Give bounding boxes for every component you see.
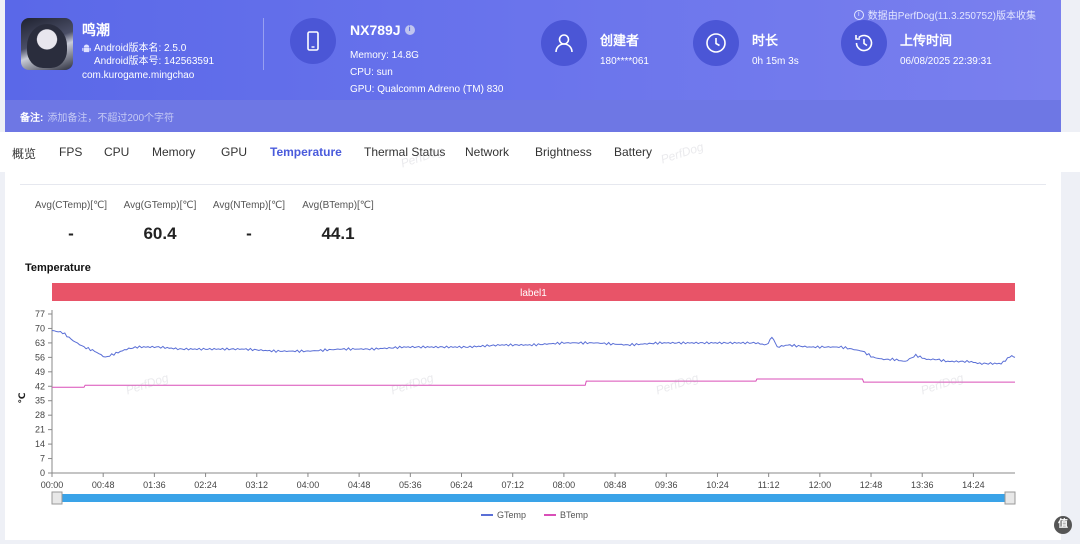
user-icon — [541, 20, 587, 66]
x-tick-label: 03:12 — [245, 480, 268, 490]
x-tick-label: 01:36 — [143, 480, 166, 490]
label-bar-text: label1 — [520, 288, 547, 299]
source-text: 数据由PerfDog(11.3.250752)版本收集 — [867, 11, 1036, 22]
zoom-slider-handle-right — [1004, 491, 1016, 505]
temperature-panel: Avg(CTemp)[℃] - Avg(GTemp)[℃] 60.4 Avg(N… — [5, 172, 1061, 540]
legend-btemp[interactable]: BTemp — [544, 510, 588, 520]
temperature-chart: label1 0 7 14 21 28 35 42 49 56 63 70 77 ℃ 00:00 00:48 0… — [18, 283, 1016, 505]
app-meta: Android版本名: 2.5.0 Android版本号: 142563591 — [82, 42, 214, 68]
legend-swatch — [544, 514, 557, 516]
x-tick-label: 08:48 — [604, 480, 627, 490]
x-tick-label: 14:24 — [962, 480, 985, 490]
y-tick-label: 35 — [35, 396, 45, 406]
y-tick-label: 63 — [35, 338, 45, 348]
device-name: NX789J i — [350, 22, 415, 38]
y-tick-label: 0 — [40, 468, 45, 478]
x-tick-label: 12:00 — [809, 480, 832, 490]
header-divider — [263, 18, 264, 70]
device-specs: Memory: 14.8G CPU: sun GPU: Qualcomm Adr… — [350, 47, 503, 98]
tab-brightness[interactable]: Brightness — [535, 145, 592, 159]
tab-overview[interactable]: 概览 — [12, 145, 36, 162]
device-info-icon[interactable]: i — [404, 25, 415, 35]
app-icon — [21, 18, 73, 70]
x-tick-label: 04:48 — [348, 480, 371, 490]
tab-bar: 概览 FPS CPU Memory GPU Temperature Therma… — [0, 132, 1080, 172]
legend-gtemp[interactable]: GTemp — [481, 510, 526, 520]
x-tick-label: 12:48 — [860, 480, 883, 490]
x-tick-label: 05:36 — [399, 480, 422, 490]
duration-title: 时长 — [752, 33, 779, 48]
tab-battery[interactable]: Battery — [614, 145, 652, 159]
y-tick-label: 14 — [35, 439, 45, 449]
android-icon — [82, 44, 91, 53]
note-input[interactable]: 添加备注，不超过200个字符 — [47, 109, 174, 124]
zoom-slider-handle-left — [51, 491, 63, 505]
x-tick-label: 09:36 — [655, 480, 678, 490]
zoom-slider-track — [52, 494, 1015, 502]
x-tick-label: 00:00 — [41, 480, 64, 490]
duration-value: 0h 15m 3s — [752, 56, 799, 67]
legend-label: BTemp — [560, 510, 589, 520]
info-icon: i — [853, 9, 864, 20]
y-tick-label: 21 — [35, 425, 45, 435]
y-axis-label: ℃ — [18, 392, 28, 403]
y-tick-label: 42 — [35, 381, 45, 391]
x-tick-label: 08:00 — [553, 480, 576, 490]
x-tick-label: 06:24 — [450, 480, 473, 490]
y-tick-label: 7 — [40, 454, 45, 464]
tab-fps[interactable]: FPS — [59, 145, 82, 159]
y-tick-label: 56 — [35, 352, 45, 362]
y-tick-label: 77 — [35, 309, 45, 319]
chart-legend: GTemp BTemp — [481, 510, 588, 520]
note-label: 备注: — [20, 112, 44, 124]
series-line-gtemp — [51, 330, 1016, 366]
phone-icon — [290, 18, 336, 64]
report-header: i 数据由PerfDog(11.3.250752)版本收集 鸣潮 Android… — [5, 0, 1061, 132]
android-version-name: Android版本名: 2.5.0 — [94, 43, 187, 54]
series-line-btemp — [52, 378, 1015, 388]
watermark: PerfDog — [658, 139, 706, 167]
clock-icon — [693, 20, 739, 66]
tab-thermal-status[interactable]: Thermal Status — [364, 145, 445, 159]
corner-watermark: 值 — [1054, 516, 1072, 534]
creator-title: 创建者 — [600, 33, 640, 48]
x-tick-label: 07:12 — [501, 480, 524, 490]
y-tick-label: 49 — [35, 367, 45, 377]
legend-label: GTemp — [497, 510, 527, 520]
y-tick-label: 28 — [35, 410, 45, 420]
tab-temperature[interactable]: Temperature — [270, 145, 342, 159]
x-tick-label: 10:24 — [706, 480, 729, 490]
creator-value: 180****061 — [600, 56, 649, 67]
header-top: i 数据由PerfDog(11.3.250752)版本收集 鸣潮 Android… — [5, 0, 1061, 100]
note-bar[interactable]: 备注: 添加备注，不超过200个字符 — [5, 100, 1061, 132]
legend-swatch — [481, 514, 493, 516]
device-gpu: GPU: Qualcomm Adreno (TM) 830 — [350, 84, 504, 95]
source-tag: i 数据由PerfDog(11.3.250752)版本收集 — [853, 7, 1036, 22]
brand-icon: 值 — [1054, 516, 1072, 534]
history-icon — [841, 20, 887, 66]
android-version-code: Android版本号: 142563591 — [94, 56, 215, 67]
tab-gpu[interactable]: GPU — [221, 145, 247, 159]
tab-memory[interactable]: Memory — [152, 145, 195, 159]
x-tick-label: 11:12 — [758, 480, 780, 490]
x-tick-label: 04:00 — [297, 480, 320, 490]
x-tick-label: 02:24 — [194, 480, 217, 490]
tab-cpu[interactable]: CPU — [104, 145, 129, 159]
device-cpu: CPU: sun — [350, 67, 393, 78]
x-tick-label: 00:48 — [92, 480, 115, 490]
y-tick-label: 70 — [35, 323, 45, 333]
upload-title: 上传时间 — [900, 33, 953, 48]
tab-network[interactable]: Network — [465, 145, 509, 159]
app-name: 鸣潮 — [82, 22, 110, 38]
x-tick-label: 13:36 — [911, 480, 934, 490]
device-memory: Memory: 14.8G — [350, 50, 419, 61]
upload-value: 06/08/2025 22:39:31 — [900, 56, 992, 67]
package-name: com.kurogame.mingchao — [82, 70, 195, 81]
